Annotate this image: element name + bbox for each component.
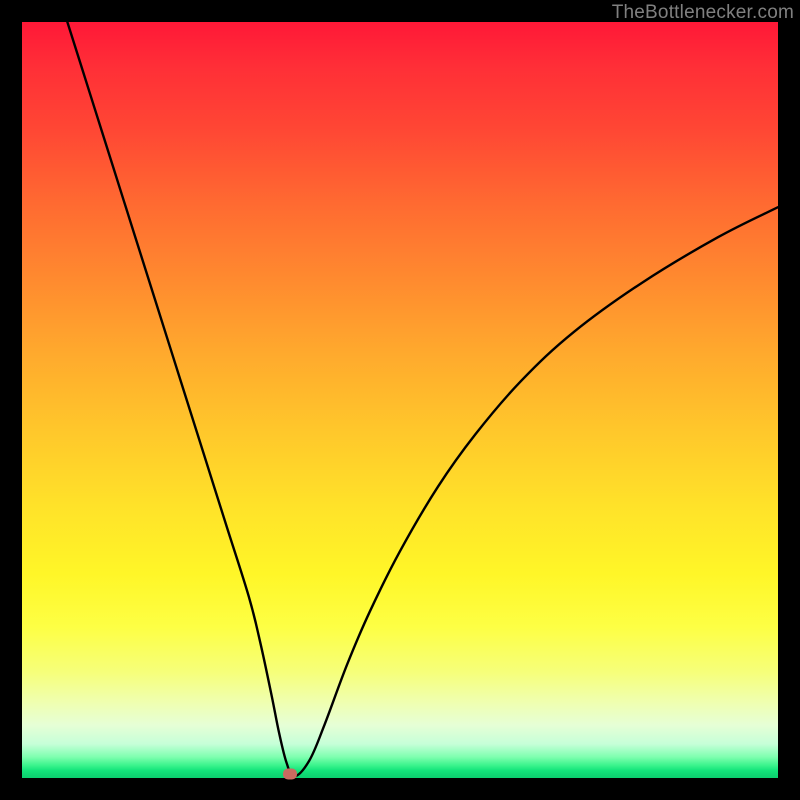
- bottleneck-curve: [22, 22, 778, 778]
- watermark-text: TheBottlenecker.com: [612, 2, 794, 24]
- plot-area: [22, 22, 778, 778]
- optimal-point-marker: [283, 769, 297, 780]
- chart-stage: TheBottlenecker.com: [0, 0, 800, 800]
